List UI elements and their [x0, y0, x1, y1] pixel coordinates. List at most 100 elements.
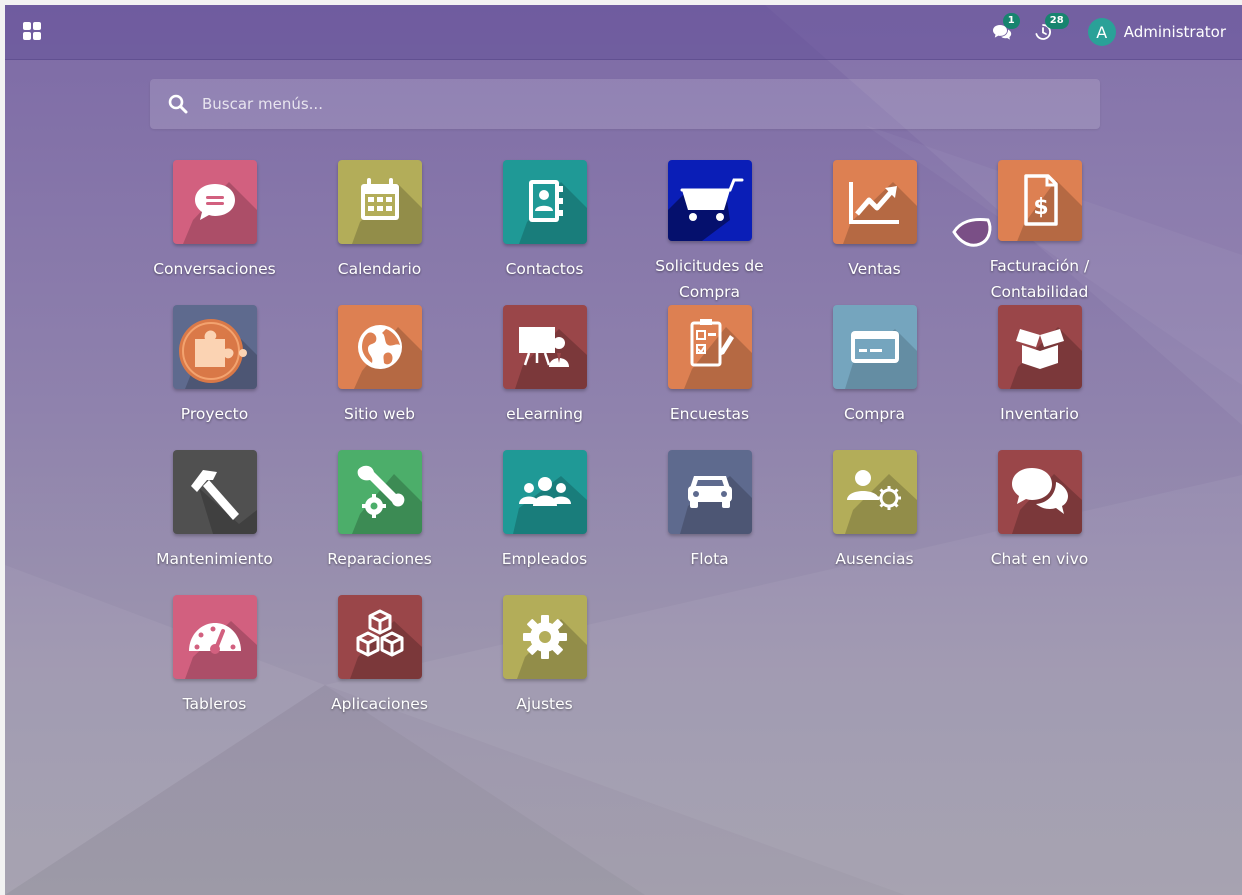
- app-label: Reparaciones: [327, 550, 432, 568]
- app-icon-tile: [337, 160, 422, 244]
- invoice-dollar-icon: $: [1016, 174, 1082, 241]
- app-label: Sitio web: [344, 405, 415, 423]
- app-icon-tile: [997, 450, 1082, 534]
- car-icon: [679, 476, 752, 534]
- trend-chart-icon: [842, 182, 917, 244]
- app-ajustes[interactable]: Ajustes: [462, 595, 627, 740]
- app-icon-tile: [667, 160, 752, 241]
- app-calendario[interactable]: Calendario: [297, 160, 462, 305]
- app-label: Ajustes: [516, 695, 573, 713]
- app-icon-tile: [667, 450, 752, 534]
- app-conversaciones[interactable]: Conversaciones: [132, 160, 297, 305]
- app-icon-tile: [502, 305, 587, 389]
- navbar: 1 28 A Administrator: [5, 5, 1242, 60]
- search-bar[interactable]: [150, 79, 1100, 129]
- app-contactos[interactable]: Contactos: [462, 160, 627, 305]
- address-book-icon: [518, 180, 587, 244]
- app-reparaciones[interactable]: Reparaciones: [297, 450, 462, 595]
- presentation-board-icon: [514, 327, 587, 389]
- app-label: Facturación / Contabilidad: [989, 257, 1090, 301]
- app-label: Proyecto: [180, 405, 249, 423]
- app-label: Calendario: [337, 260, 422, 278]
- app-icon-tile: [172, 305, 257, 389]
- app-flota[interactable]: Flota: [627, 450, 792, 595]
- app-compra[interactable]: Compra: [792, 305, 957, 450]
- chat-bubbles-icon: [1011, 468, 1082, 534]
- app-inventario[interactable]: Inventario: [957, 305, 1122, 450]
- people-group-icon: [512, 476, 587, 534]
- wrench-gear-icon: [351, 465, 422, 534]
- globe-icon: [353, 325, 422, 389]
- app-icon-tile: [997, 305, 1082, 389]
- shopping-cart-icon: [667, 178, 743, 241]
- app-empleados[interactable]: Empleados: [462, 450, 627, 595]
- app-icon-tile: [337, 450, 422, 534]
- gear-icon: [516, 615, 587, 679]
- app-label: Mantenimiento: [156, 550, 273, 568]
- app-proyecto[interactable]: Proyecto: [132, 305, 297, 450]
- user-menu[interactable]: A Administrator: [1087, 18, 1226, 46]
- user-gear-icon: [844, 470, 917, 534]
- app-ventas[interactable]: Ventas: [792, 160, 957, 305]
- app-label: Encuestas: [669, 405, 750, 423]
- cubes-icon: [349, 609, 422, 679]
- calendar-icon: [351, 178, 422, 244]
- app-icon-tile: [172, 450, 257, 534]
- hammer-icon: [190, 470, 257, 534]
- app-icon-tile: [502, 160, 587, 244]
- app-label: Inventario: [1000, 405, 1079, 423]
- app-encuestas[interactable]: Encuestas: [627, 305, 792, 450]
- app-label: Empleados: [501, 550, 588, 568]
- app-elearning[interactable]: eLearning: [462, 305, 627, 450]
- app-icon-tile: [832, 305, 917, 389]
- app-icon-tile: [337, 595, 422, 679]
- speedometer-icon: [184, 621, 257, 679]
- app-label: Chat en vivo: [990, 550, 1089, 568]
- app-icon-tile: [502, 595, 587, 679]
- app-label: eLearning: [506, 405, 583, 423]
- puzzle-piece-icon: [178, 319, 257, 389]
- app-label: Compra: [843, 405, 906, 423]
- activities-menu[interactable]: 28: [1034, 13, 1069, 41]
- app-icon-tile: [337, 305, 422, 389]
- app-icon-tile: [502, 450, 587, 534]
- app-label: Solicitudes de Compra: [655, 257, 764, 301]
- chat-bubble-icon: [182, 182, 257, 244]
- avatar: A: [1087, 18, 1116, 46]
- systray: 1 28 A Administrator: [992, 5, 1242, 59]
- open-box-icon: [1009, 327, 1082, 389]
- app-solicitudes-de-compra[interactable]: Solicitudes de Compra: [627, 160, 792, 305]
- app-label: Ventas: [848, 260, 901, 278]
- svg-text:$: $: [1033, 195, 1048, 220]
- app-icon-tile: [832, 450, 917, 534]
- app-facturacion-contabilidad[interactable]: $ Facturación / Contabilidad: [957, 160, 1122, 305]
- messages-menu[interactable]: 1: [992, 13, 1020, 41]
- web-client: 1 28 A Administrator Buscar menús... Con…: [5, 5, 1242, 895]
- app-ausencias[interactable]: Ausencias: [792, 450, 957, 595]
- app-label: Aplicaciones: [331, 695, 428, 713]
- app-tableros[interactable]: Tableros: [132, 595, 297, 740]
- app-sitio-web[interactable]: Sitio web: [297, 305, 462, 450]
- apps-grid: Conversaciones Calendario Contactos Soli…: [132, 160, 1127, 740]
- app-mantenimiento[interactable]: Mantenimiento: [132, 450, 297, 595]
- app-label: Tableros: [182, 695, 247, 713]
- app-chat-en-vivo[interactable]: Chat en vivo: [957, 450, 1122, 595]
- app-aplicaciones[interactable]: Aplicaciones: [297, 595, 462, 740]
- search-input[interactable]: [200, 94, 1084, 114]
- app-label: Flota: [690, 550, 729, 568]
- app-icon-tile: [667, 305, 752, 389]
- app-icon-tile: [172, 160, 257, 244]
- app-label: Conversaciones: [153, 260, 276, 278]
- survey-clipboard-icon: [683, 319, 752, 389]
- app-label: Contactos: [505, 260, 584, 278]
- grid-icon[interactable]: [23, 22, 43, 42]
- app-icon-tile: $: [997, 160, 1082, 241]
- app-icon-tile: [172, 595, 257, 679]
- search-icon: [168, 94, 188, 114]
- messages-count-badge: 1: [1002, 13, 1020, 29]
- activities-count-badge: 28: [1044, 13, 1069, 29]
- user-name: Administrator: [1123, 23, 1226, 41]
- app-icon-tile: [832, 160, 917, 244]
- credit-card-icon: [844, 329, 917, 389]
- app-label: Ausencias: [835, 550, 914, 568]
